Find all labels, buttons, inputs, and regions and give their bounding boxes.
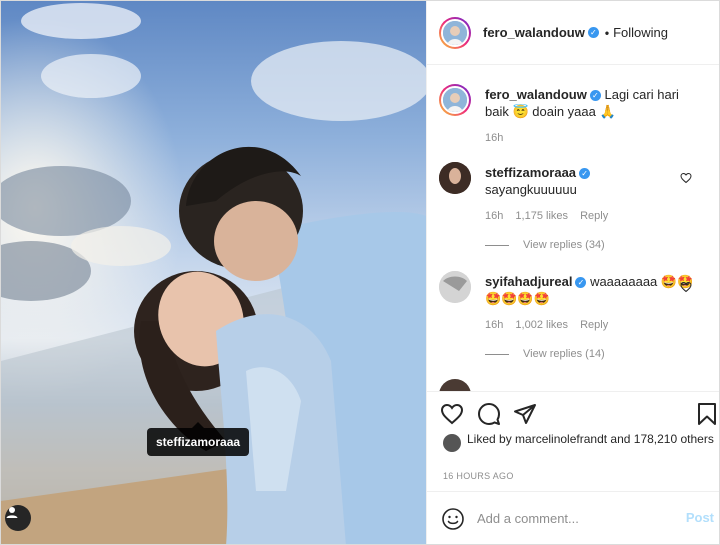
likes-summary: Liked by marcelinolefrandt and 178,210 o… [443,432,714,452]
comment-username[interactable]: syifahadjureal [485,274,572,289]
post-header: fero_walandouw ✓ • Following [427,1,719,65]
following-button[interactable]: Following [613,25,668,40]
comment-meta: 16h 1,175 likes Reply [485,210,617,222]
comment-time[interactable]: 16h [485,210,503,222]
comment-text: sayangkuuuuuu [485,182,577,197]
view-replies-label: View replies (14) [523,348,605,360]
comment-text-block: syifahadjureal ✓ waaaaaaaa 🤩🤩🤩🤩🤩🤩 [485,273,695,307]
post-side-panel: fero_walandouw ✓ • Following fero_waland… [426,1,719,544]
post-photo[interactable]: steffizamoraaa [1,1,426,544]
comment-avatar-partial[interactable] [439,379,471,391]
comment-bubble-icon[interactable] [477,402,501,426]
likes-text[interactable]: Liked by marcelinolefrandt and 178,210 o… [467,432,714,452]
comment-time[interactable]: 16h [485,319,503,331]
verified-badge-icon: ✓ [575,277,587,289]
verified-badge-icon: ✓ [579,168,591,180]
caption-time[interactable]: 16h [485,132,503,144]
caption: fero_walandouw ✓ Lagi cari hari baik 😇 do… [439,84,714,154]
post-timestamp[interactable]: 16 HOURS AGO [443,471,514,481]
comment-text-block: steffizamoraaa ✓ sayangkuuuuuu [485,164,695,198]
comment-avatar[interactable] [439,162,471,194]
author-avatar-image [443,20,467,45]
replies-divider [485,244,509,246]
header-separator: • [604,25,610,40]
comment-input[interactable] [477,506,667,530]
liker-avatar[interactable] [443,434,461,452]
comment-likes[interactable]: 1,002 likes [515,319,568,331]
comment-avatar-image [439,271,471,303]
like-comment-heart-icon[interactable] [680,172,692,184]
view-replies-button[interactable]: View replies (14) [485,348,605,360]
comments-list[interactable]: fero_walandouw ✓ Lagi cari hari baik 😇 do… [427,66,719,391]
author-avatar[interactable] [439,16,471,49]
caption-avatar-image [443,88,467,112]
emoji-smiley-icon[interactable] [441,507,465,531]
post-actions: Liked by marcelinolefrandt and 178,210 o… [427,391,719,491]
post-comment-button[interactable]: Post [686,510,714,525]
comment-likes[interactable]: 1,175 likes [515,210,568,222]
add-comment-bar: Post [427,491,719,544]
verified-badge-icon: ✓ [589,90,601,102]
like-heart-icon[interactable] [440,402,464,426]
comment-meta: 16h 1,002 likes Reply [485,319,617,331]
comment-item: steffizamoraaa ✓ sayangkuuuuuu 16h 1,175 … [439,162,714,257]
verified-badge-icon: ✓ [587,27,599,38]
reply-button[interactable]: Reply [580,319,608,331]
share-paper-plane-icon[interactable] [513,402,537,426]
like-comment-heart-icon[interactable] [680,281,692,293]
view-replies-button[interactable]: View replies (34) [485,239,605,251]
comment-avatar[interactable] [439,271,471,303]
replies-divider [485,353,509,355]
user-icon [6,507,18,518]
photo-user-tag[interactable]: steffizamoraaa [147,422,250,456]
reply-button[interactable]: Reply [580,210,608,222]
comment-username[interactable]: steffizamoraaa [485,165,576,180]
view-replies-label: View replies (34) [523,239,605,251]
caption-username[interactable]: fero_walandouw [485,87,587,102]
caption-text-block: fero_walandouw ✓ Lagi cari hari baik 😇 do… [485,86,695,120]
comment-item: syifahadjureal ✓ waaaaaaaa 🤩🤩🤩🤩🤩🤩 16h 1,0… [439,271,714,366]
caption-meta: 16h [485,132,512,144]
save-bookmark-icon[interactable] [695,402,719,426]
author-username[interactable]: fero_walandouw [483,25,585,40]
caption-avatar[interactable] [439,84,471,116]
post-modal: steffizamoraaa fero_walandouw ✓ • Follow… [0,0,720,545]
comment-avatar-image [439,162,471,194]
tagged-users-button[interactable] [5,505,31,531]
photo-scene [1,1,426,544]
